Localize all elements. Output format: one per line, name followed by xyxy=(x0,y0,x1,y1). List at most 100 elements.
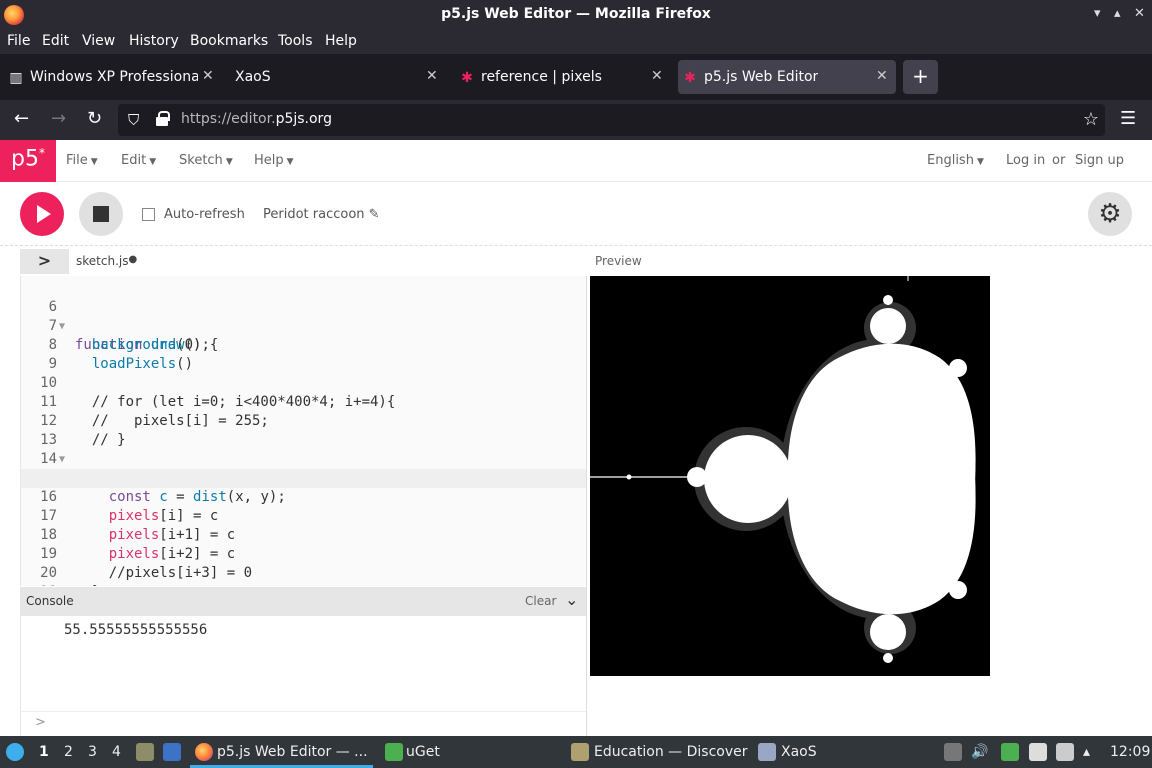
code-line[interactable]: 13 // } xyxy=(21,412,586,448)
task-uget[interactable]: uGet xyxy=(406,744,440,760)
code-line[interactable]: 7 ▼ function draw() { xyxy=(21,298,586,353)
lock-icon[interactable] xyxy=(156,111,170,126)
bookmark-star-icon[interactable]: ☆ xyxy=(1083,109,1099,130)
p5-menu-file[interactable]: File ▼ xyxy=(66,153,98,168)
p5-logo[interactable]: p5* xyxy=(0,140,56,182)
task-xaos[interactable]: XaoS xyxy=(781,744,817,760)
menu-file[interactable]: File xyxy=(7,33,30,49)
p5-star-icon: ✱ xyxy=(684,70,696,86)
code-line[interactable]: 14▼ for (let x=0; x<400;x++) for (let y=… xyxy=(21,431,586,486)
file-manager-icon[interactable] xyxy=(136,743,154,761)
page-icon: ▥ xyxy=(9,70,23,86)
auto-refresh-checkbox[interactable] xyxy=(142,208,155,221)
unsaved-dot-icon: ● xyxy=(128,254,138,265)
code-line[interactable]: 18 pixels[i+1] = c xyxy=(21,507,586,543)
console-output-line: 55.55555555555556 xyxy=(64,622,208,638)
signup-link[interactable]: Sign up xyxy=(1075,153,1124,168)
sketch-name[interactable]: Peridot raccoon ✎ xyxy=(263,207,380,222)
code-line[interactable]: 9 loadPixels() xyxy=(21,336,586,372)
code-line-active[interactable]: 16 const c = dist(x, y); xyxy=(21,469,586,505)
preview-label: Preview xyxy=(595,254,642,268)
code-line[interactable]: 19 pixels[i+2] = c xyxy=(21,526,586,562)
firefox-menubar: File Edit View History Bookmarks Tools H… xyxy=(0,30,1152,54)
tab-windows-xp[interactable]: ▥ Windows XP Professional ✕ xyxy=(4,60,222,94)
or-text: or xyxy=(1052,153,1066,168)
code-line[interactable]: 17 pixels[i] = c xyxy=(21,488,586,524)
pane-divider[interactable] xyxy=(586,276,587,736)
notes-tray-icon[interactable] xyxy=(1029,743,1047,761)
auto-refresh-label: Auto-refresh xyxy=(164,207,245,222)
code-line[interactable]: 6 xyxy=(21,279,586,315)
close-tab-icon[interactable]: ✕ xyxy=(426,68,438,84)
code-line[interactable]: 8 background(0); xyxy=(21,317,586,353)
menu-view[interactable]: View xyxy=(82,33,115,49)
settings-gear-icon[interactable]: ⚙ xyxy=(1088,192,1132,236)
menu-edit[interactable]: Edit xyxy=(42,33,69,49)
language-select[interactable]: English ▼ xyxy=(927,153,984,168)
url-bar[interactable]: ⛉ https://editor.p5js.org ☆ xyxy=(118,104,1105,136)
clipboard-tray-icon[interactable] xyxy=(944,743,962,761)
desktop-2[interactable]: 2 xyxy=(64,744,73,760)
p5-star-icon: ✱ xyxy=(461,70,473,86)
expand-tray-icon[interactable]: ▴ xyxy=(1083,744,1090,760)
p5-menu-sketch[interactable]: Sketch ▼ xyxy=(179,153,233,168)
menu-history[interactable]: History xyxy=(129,33,179,49)
p5-menu-help[interactable]: Help ▼ xyxy=(254,153,294,168)
stop-button[interactable] xyxy=(79,192,123,236)
menu-tools[interactable]: Tools xyxy=(278,33,313,49)
code-line[interactable]: 15 const i = (x + y * 400) * 4; xyxy=(21,450,586,486)
code-line[interactable]: 11 // for (let i=0; i<400*400*4; i+=4){ xyxy=(21,374,586,410)
caret-down-icon: ▼ xyxy=(976,157,984,167)
volume-tray-icon[interactable]: 🔊 xyxy=(971,744,988,760)
minimize-button[interactable]: ▾ xyxy=(1094,6,1101,21)
hamburger-menu-icon[interactable]: ☰ xyxy=(1120,108,1136,129)
close-tab-icon[interactable]: ✕ xyxy=(651,68,663,84)
task-discover[interactable]: Education — Discover xyxy=(594,744,747,760)
task-p5-editor[interactable]: p5.js Web Editor — ... xyxy=(217,744,368,760)
menu-help[interactable]: Help xyxy=(325,33,357,49)
close-window-button[interactable]: ✕ xyxy=(1134,6,1145,21)
window-titlebar: p5.js Web Editor — Mozilla Firefox ▾ ▴ ✕ xyxy=(0,0,1152,30)
clock[interactable]: 12:09 xyxy=(1110,744,1150,760)
caret-down-icon: ▼ xyxy=(225,157,233,167)
tab-strip: ▥ Windows XP Professional ✕ XaoS ✕ ✱ ref… xyxy=(0,54,1152,100)
desktop-4[interactable]: 4 xyxy=(112,744,121,760)
reload-icon[interactable]: ↻ xyxy=(87,108,102,129)
navigation-bar: ← → ↻ ⛉ https://editor.p5js.org ☆ ☰ xyxy=(0,100,1152,140)
console-clear-button[interactable]: Clear xyxy=(525,594,556,608)
display-tray-icon[interactable] xyxy=(1056,743,1074,761)
file-tab-sketch[interactable]: sketch.js● xyxy=(76,254,137,268)
code-line[interactable]: 12 // pixels[i] = 255; xyxy=(21,393,586,429)
tab-p5-editor[interactable]: ✱ p5.js Web Editor ✕ xyxy=(678,60,896,94)
discover-icon xyxy=(571,743,589,761)
uget-tray-icon[interactable] xyxy=(1001,743,1019,761)
taskbar: 1 2 3 4 p5.js Web Editor — ... uGet Educ… xyxy=(0,736,1152,768)
console-title: Console xyxy=(26,594,74,608)
desktop-1[interactable]: 1 xyxy=(39,744,49,760)
code-line[interactable]: 21 } xyxy=(21,564,586,586)
forward-icon[interactable]: → xyxy=(51,108,66,129)
shield-icon[interactable]: ⛉ xyxy=(128,111,139,129)
login-link[interactable]: Log in xyxy=(1006,153,1045,168)
chevron-down-icon[interactable]: ⌄ xyxy=(565,590,578,609)
back-icon[interactable]: ← xyxy=(14,108,29,129)
code-editor[interactable]: 6 7 ▼ function draw() { 8 background(0); … xyxy=(20,276,586,586)
new-tab-button[interactable]: + xyxy=(903,60,938,94)
desktop-3[interactable]: 3 xyxy=(88,744,97,760)
tab-reference-pixels[interactable]: ✱ reference | pixels ✕ xyxy=(455,60,673,94)
tab-xaos[interactable]: XaoS ✕ xyxy=(230,60,448,94)
menu-bookmarks[interactable]: Bookmarks xyxy=(190,33,268,49)
code-line[interactable]: 10 xyxy=(21,355,586,391)
code-line[interactable]: 20 //pixels[i+3] = 0 xyxy=(21,545,586,581)
maximize-button[interactable]: ▴ xyxy=(1114,6,1121,21)
play-button[interactable] xyxy=(20,192,64,236)
preview-canvas[interactable] xyxy=(590,276,990,676)
close-tab-icon[interactable]: ✕ xyxy=(202,68,214,84)
show-desktop-icon[interactable] xyxy=(163,743,181,761)
p5-menu-edit[interactable]: Edit ▼ xyxy=(121,153,156,168)
console-input[interactable]: > xyxy=(20,711,586,736)
url-text: https://editor.p5js.org xyxy=(181,111,332,127)
app-launcher-icon[interactable] xyxy=(6,743,24,761)
sidebar-toggle-button[interactable]: > xyxy=(20,249,69,274)
close-tab-icon[interactable]: ✕ xyxy=(876,68,888,84)
